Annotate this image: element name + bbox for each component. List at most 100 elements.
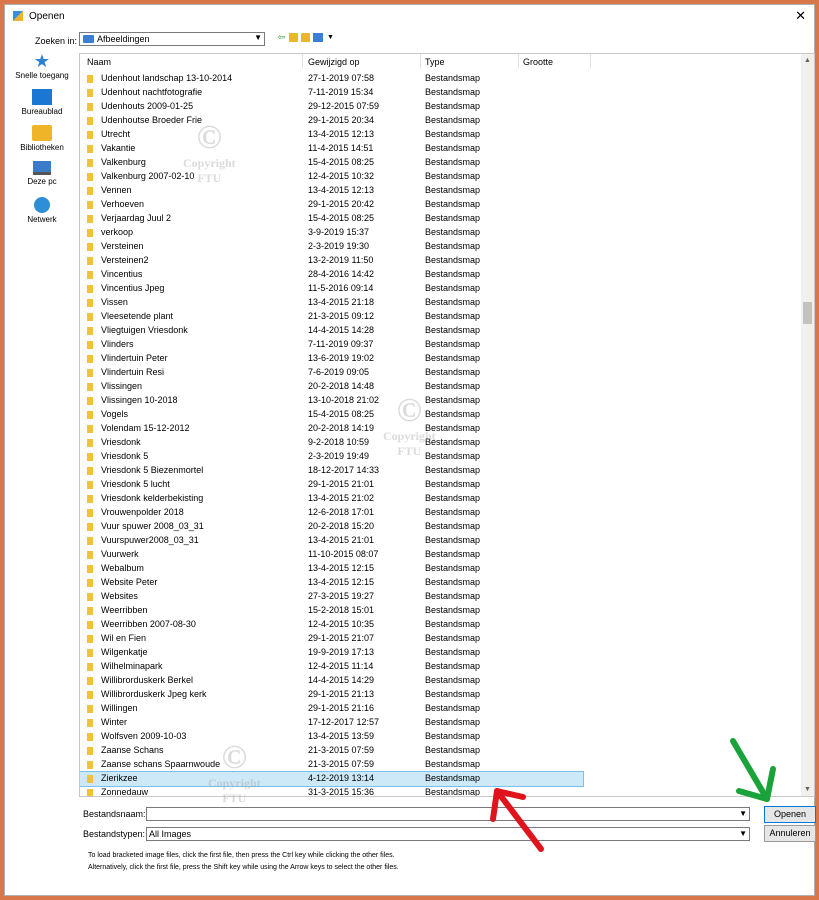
file-name: Websites [101, 591, 138, 601]
file-type: Bestandsmap [425, 129, 481, 139]
chevron-down-icon[interactable]: ▼ [739, 809, 747, 818]
table-row[interactable]: Udenhouts 2009-01-25 29-12-2015 07:59 Best… [80, 100, 802, 114]
column-modified[interactable]: Gewijzigd op [308, 57, 360, 67]
chevron-down-icon[interactable]: ▼ [739, 829, 747, 838]
table-row[interactable]: Vriesdonk kelderbekisting 13-4-2015 21:02… [80, 492, 802, 506]
file-modified: 18-12-2017 14:33 [308, 465, 380, 475]
table-row[interactable]: Vlindertuin Resi 7-6-2019 09:05 Bestandsma… [80, 366, 802, 380]
file-modified: 7-11-2019 09:37 [308, 339, 374, 349]
lookin-dropdown[interactable]: Afbeeldingen ▼ [79, 32, 265, 46]
file-modified: 15-4-2015 08:25 [308, 213, 375, 223]
folder-icon [87, 705, 93, 713]
table-row[interactable]: Vuurspuwer2008_03_31 13-4-2015 21:01 Besta… [80, 534, 802, 548]
file-modified: 29-1-2015 21:01 [308, 479, 375, 489]
table-row[interactable]: Vissen 13-4-2015 21:18 Bestandsmap [80, 296, 802, 310]
table-row[interactable]: Zaanse schans Spaarnwoude 21-3-2015 07:59… [80, 758, 802, 772]
place-desktop[interactable]: Bureaublad [11, 89, 73, 125]
close-icon[interactable]: ✕ [795, 8, 806, 24]
table-row[interactable]: Willingen 29-1-2015 21:16 Bestandsmap [80, 702, 802, 716]
table-row[interactable]: Vennen 13-4-2015 12:13 Bestandsmap [80, 184, 802, 198]
table-row[interactable]: Willibrorduskerk Jpeg kerk 29-1-2015 21:1… [80, 688, 802, 702]
place-label: Snelle toegang [15, 71, 69, 80]
table-row[interactable]: Zaanse Schans 21-3-2015 07:59 Bestandsmap [80, 744, 802, 758]
table-row[interactable]: Vriesdonk 5 lucht 29-1-2015 21:01 Bestands… [80, 478, 802, 492]
table-row[interactable]: Udenhout landschap 13-10-2014 27-1-2019 0… [80, 72, 802, 86]
table-row[interactable]: Wilgenkatje 19-9-2019 17:13 Bestandsmap [80, 646, 802, 660]
table-row[interactable]: Webalbum 13-4-2015 12:15 Bestandsmap [80, 562, 802, 576]
file-name: Verjaardag Juul 2 [101, 213, 172, 223]
table-row[interactable]: Vlindertuin Peter 13-6-2019 19:02 Bestands… [80, 352, 802, 366]
table-row[interactable]: Wilhelminapark 12-4-2015 11:14 Bestandsmap [80, 660, 802, 674]
file-type: Bestandsmap [425, 199, 481, 209]
table-row[interactable]: Udenhout nachtfotografie 7-11-2019 15:34 B… [80, 86, 802, 100]
scroll-thumb[interactable] [803, 302, 812, 324]
table-row[interactable]: Vrouwenpolder 2018 12-6-2018 17:01 Bestand… [80, 506, 802, 520]
places-bar: ★ Snelle toegang Bureaublad Bibliotheken… [11, 52, 73, 233]
filetype-select[interactable]: All Images ▼ [146, 827, 750, 841]
table-row[interactable]: Verhoeven 29-1-2015 20:42 Bestandsmap [80, 198, 802, 212]
table-row[interactable]: Volendam 15-12-2012 20-2-2018 14:19 Bestan… [80, 422, 802, 436]
up-folder-icon[interactable] [289, 33, 298, 42]
column-type[interactable]: Type [425, 57, 445, 67]
table-row[interactable]: Vuurwerk 11-10-2015 08:07 Bestandsmap [80, 548, 802, 562]
file-name: Valkenburg 2007-02-10 [101, 171, 195, 181]
place-libraries[interactable]: Bibliotheken [11, 125, 73, 161]
back-icon[interactable]: ⇦ [277, 33, 286, 42]
filename-input[interactable]: ▼ [146, 807, 750, 821]
table-row[interactable]: Verjaardag Juul 2 15-4-2015 08:25 Bestands… [80, 212, 802, 226]
table-row[interactable]: Winter 17-12-2017 12:57 Bestandsmap [80, 716, 802, 730]
table-row[interactable]: Wil en Fien 29-1-2015 21:07 Bestandsmap [80, 632, 802, 646]
file-name: Vriesdonk 5 Biezenmortel [101, 465, 204, 475]
table-row[interactable]: Website Peter 13-4-2015 12:15 Bestandsmap [80, 576, 802, 590]
chevron-down-icon[interactable]: ▼ [326, 33, 335, 42]
table-row[interactable]: Weerribben 2007-08-30 12-4-2015 10:35 Best… [80, 618, 802, 632]
file-name: Vakantie [101, 143, 136, 153]
file-name: Willibrorduskerk Berkel [101, 675, 194, 685]
table-row[interactable]: Wolfsven 2009-10-03 13-4-2015 13:59 Bestan… [80, 730, 802, 744]
table-row[interactable]: Websites 27-3-2015 19:27 Bestandsmap [80, 590, 802, 604]
table-row[interactable]: Vincentius 28-4-2016 14:42 Bestandsmap [80, 268, 802, 282]
column-name[interactable]: Naam [87, 57, 111, 67]
table-row[interactable]: Vriesdonk 5 2-3-2019 19:49 Bestandsmap [80, 450, 802, 464]
view-menu-icon[interactable] [313, 33, 323, 42]
table-row[interactable]: Vuur spuwer 2008_03_31 20-2-2018 15:20 Bes… [80, 520, 802, 534]
place-network[interactable]: Netwerk [11, 197, 73, 233]
scroll-up-icon[interactable]: ▲ [801, 54, 814, 67]
table-row[interactable]: verkoop 3-9-2019 15:37 Bestandsmap [80, 226, 802, 240]
folder-icon [87, 775, 93, 783]
file-name: Vincentius [101, 269, 143, 279]
photo-frame: Openen ✕ Zoeken in: Afbeeldingen ▼ ⇦ ▼ ★… [0, 0, 819, 900]
new-folder-icon[interactable] [301, 33, 310, 42]
file-name: Valkenburg [101, 157, 146, 167]
file-name: Winter [101, 717, 128, 727]
folder-icon [87, 411, 93, 419]
table-row[interactable]: Versteinen2 13-2-2019 11:50 Bestandsmap [80, 254, 802, 268]
file-name: Vlindertuin Peter [101, 353, 168, 363]
table-row[interactable]: Willibrorduskerk Berkel 14-4-2015 14:29 Be… [80, 674, 802, 688]
table-row[interactable]: Zonnedauw 31-3-2015 15:36 Bestandsmap [80, 786, 802, 796]
table-row[interactable]: Versteinen 2-3-2019 19:30 Bestandsmap [80, 240, 802, 254]
table-row[interactable]: Vriesdonk 5 Biezenmortel 18-12-2017 14:33… [80, 464, 802, 478]
table-row[interactable]: Vincentius Jpeg 11-5-2016 09:14 Bestandsma… [80, 282, 802, 296]
file-modified: 20-2-2018 15:20 [308, 521, 375, 531]
table-row[interactable]: Weerribben 15-2-2018 15:01 Bestandsmap [80, 604, 802, 618]
place-quick-access[interactable]: ★ Snelle toegang [11, 52, 73, 89]
file-name: Willingen [101, 703, 138, 713]
place-this-pc[interactable]: Deze pc [11, 161, 73, 197]
vertical-scrollbar[interactable]: ▲ ▼ [801, 54, 814, 796]
folder-icon [87, 537, 93, 545]
column-size[interactable]: Grootte [523, 57, 553, 67]
scroll-down-icon[interactable]: ▼ [801, 783, 814, 796]
table-row[interactable]: Vlissingen 10-2018 13-10-2018 21:02 Bestan… [80, 394, 802, 408]
open-button[interactable]: Openen [764, 806, 816, 823]
table-row[interactable]: Vlinders 7-11-2019 09:37 Bestandsmap [80, 338, 802, 352]
file-modified: 13-4-2015 13:59 [308, 731, 375, 741]
table-row[interactable]: Vriesdonk 9-2-2018 10:59 Bestandsmap [80, 436, 802, 450]
table-row[interactable]: Vlissingen 20-2-2018 14:48 Bestandsmap [80, 380, 802, 394]
file-name: Vleesetende plant [101, 311, 174, 321]
table-row[interactable]: Vliegtuigen Vriesdonk 14-4-2015 14:28 Best… [80, 324, 802, 338]
table-row[interactable]: Vleesetende plant 21-3-2015 09:12 Bestands… [80, 310, 802, 324]
table-row[interactable]: Vogels 15-4-2015 08:25 Bestandsmap [80, 408, 802, 422]
file-modified: 12-6-2018 17:01 [308, 507, 375, 517]
cancel-button[interactable]: Annuleren [764, 825, 816, 842]
